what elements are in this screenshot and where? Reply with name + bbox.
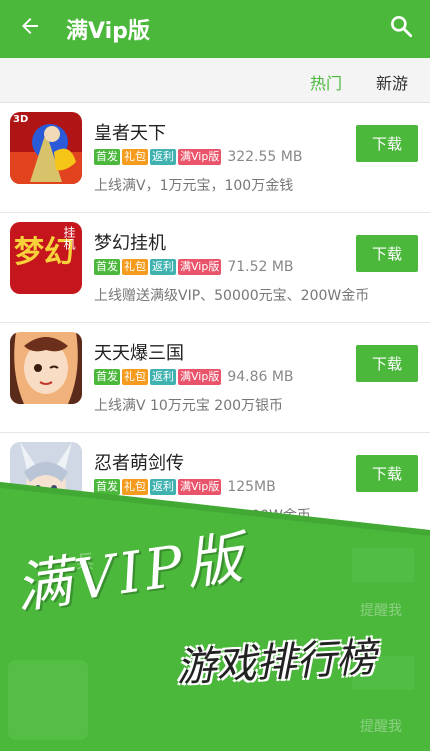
faded-game-name: 兵 — [76, 552, 94, 573]
tag-gift: 礼包 — [122, 259, 148, 275]
tag-gift: 礼包 — [122, 369, 148, 385]
faded-notify-button: 提醒我 — [360, 719, 402, 735]
game-icon: 梦幻 挂机 — [10, 222, 82, 294]
game-name: 天天爆三国 — [94, 343, 184, 364]
game-tags: 首发 礼包 返利 满Vip版 322.55 MB — [94, 149, 302, 165]
game-size: 71.52 MB — [227, 259, 294, 275]
game-list: 3D 皇者天下 首发 礼包 返利 满Vip版 322.55 MB 上线满V，1万… — [0, 103, 430, 543]
tag-rebate: 返利 — [150, 369, 176, 385]
game-row[interactable]: 天天爆三国 首发 礼包 返利 满Vip版 94.86 MB 上线满V 10万元宝… — [0, 323, 430, 433]
game-size: 322.55 MB — [227, 149, 303, 165]
back-arrow-icon[interactable] — [16, 12, 44, 40]
tab-new-games[interactable]: 新游 — [376, 70, 408, 94]
tag-gift: 礼包 — [122, 479, 148, 495]
game-size: 94.86 MB — [227, 369, 294, 385]
download-button[interactable]: 下载 — [356, 235, 418, 272]
game-tags: 首发 礼包 返利 满Vip版 71.52 MB — [94, 259, 294, 275]
download-button[interactable]: 下载 — [356, 455, 418, 492]
tab-hot[interactable]: 热门 — [310, 70, 342, 94]
faded-notify-button: 提醒我 — [360, 603, 402, 619]
tag-rebate: 返利 — [150, 149, 176, 165]
tab-bar: 热门 新游 — [0, 58, 430, 103]
tag-first-release: 首发 — [94, 149, 120, 165]
game-name: 梦幻挂机 — [94, 233, 166, 254]
download-button[interactable]: 下载 — [356, 125, 418, 162]
game-tags: 首发 礼包 返利 满Vip版 94.86 MB — [94, 369, 294, 385]
game-desc: 上线赠送满级VIP、50000元宝、200W金币 — [94, 288, 370, 304]
game-name: 皇者天下 — [94, 123, 166, 144]
tag-first-release: 首发 — [94, 259, 120, 275]
tag-full-vip: 满Vip版 — [178, 479, 222, 495]
tag-first-release: 首发 — [94, 369, 120, 385]
game-name: 忍者萌剑传 — [94, 453, 184, 474]
game-row[interactable]: 忍者萌剑传 首发 礼包 返利 满Vip版 125MB W钻石 100W金币 下载 — [0, 433, 430, 543]
game-size: 125MB — [227, 479, 276, 495]
page-title: 满Vip版 — [66, 19, 150, 44]
tag-full-vip: 满Vip版 — [178, 369, 222, 385]
game-row[interactable]: 梦幻 挂机 梦幻挂机 首发 礼包 返利 满Vip版 71.52 MB 上线赠送满… — [0, 213, 430, 323]
game-desc: 上线满V 10万元宝 200万银币 — [94, 398, 284, 414]
game-icon — [10, 332, 82, 404]
icon-3d-label: 3D — [13, 114, 29, 125]
game-desc: 上线满V，1万元宝，100万金钱 — [94, 178, 294, 194]
tag-full-vip: 满Vip版 — [178, 149, 222, 165]
download-button[interactable]: 下载 — [356, 345, 418, 382]
tag-full-vip: 满Vip版 — [178, 259, 222, 275]
tag-gift: 礼包 — [122, 149, 148, 165]
game-desc: W钻石 100W金币 — [196, 508, 311, 524]
app-bar: 满Vip版 — [0, 0, 430, 58]
tag-first-release: 首发 — [94, 479, 120, 495]
game-row[interactable]: 3D 皇者天下 首发 礼包 返利 满Vip版 322.55 MB 上线满V，1万… — [0, 103, 430, 213]
game-icon: 3D — [10, 112, 82, 184]
game-icon — [10, 442, 82, 514]
game-tags: 首发 礼包 返利 满Vip版 125MB — [94, 479, 276, 495]
tag-rebate: 返利 — [150, 259, 176, 275]
banner-subheadline: 游戏排行榜 — [175, 634, 378, 692]
tag-rebate: 返利 — [150, 479, 176, 495]
search-icon[interactable] — [388, 13, 414, 39]
icon-subtitle-text: 挂机 — [62, 226, 76, 250]
